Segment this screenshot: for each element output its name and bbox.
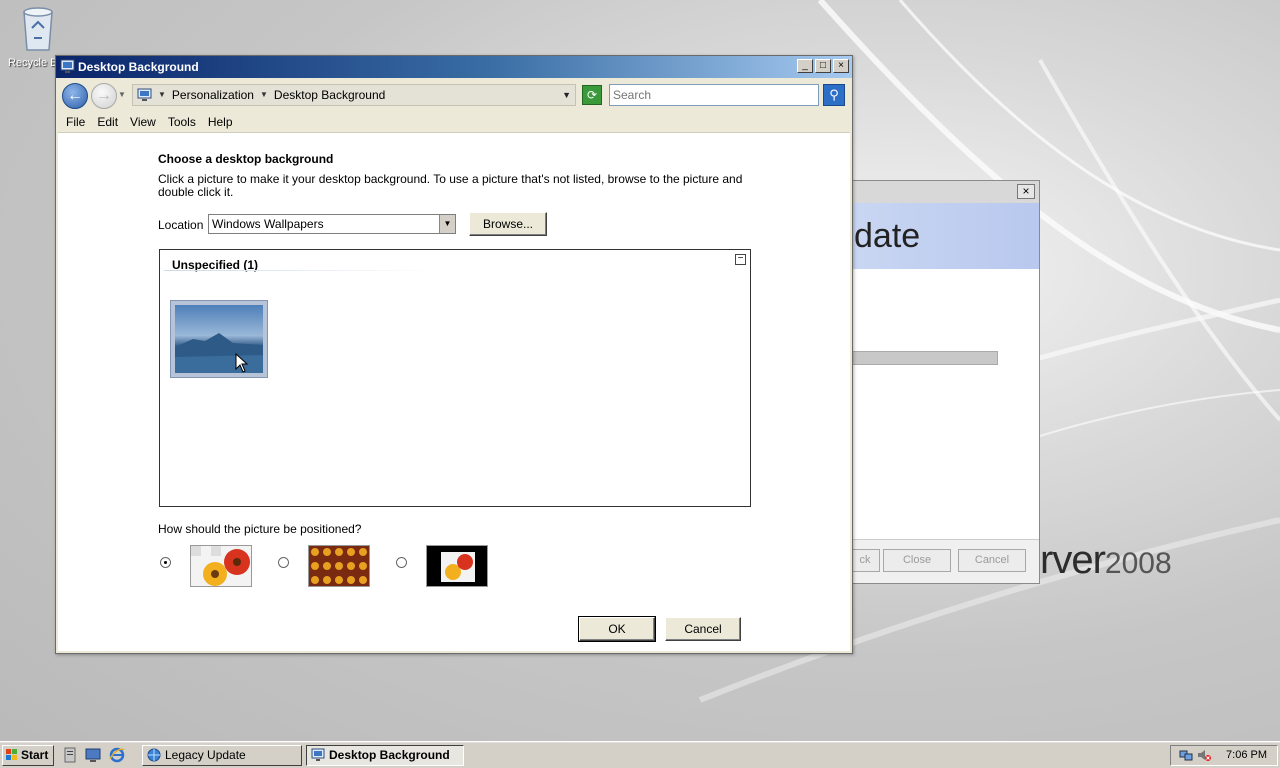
position-center-image[interactable] [426,545,488,587]
group-divider [164,270,434,271]
system-tray: 7:06 PM [1170,745,1278,766]
location-label: Location [158,218,204,232]
windows-flag-icon [6,749,17,760]
location-value: Windows Wallpapers [212,217,324,231]
globe-icon [147,748,161,762]
browse-button[interactable]: Browse... [469,212,547,236]
position-tile-radio[interactable] [278,557,289,568]
cancel-button[interactable]: Cancel [665,617,741,641]
back-button[interactable]: ck [850,549,880,572]
recycle-bin-label: Recycle Bin [8,57,60,69]
window-title: Desktop Background [78,60,199,74]
wallpaper-image [175,305,263,373]
maximize-button[interactable]: □ [815,59,831,73]
forward-arrow-icon[interactable]: → [91,83,117,109]
menu-tools[interactable]: Tools [162,112,202,132]
personalization-icon [60,59,75,73]
taskbar-item-desktop-background[interactable]: Desktop Background [306,745,464,766]
refresh-icon[interactable]: ⟳ [582,85,602,105]
breadcrumb[interactable]: ▼ Personalization ▼ Desktop Background ▼ [132,84,576,106]
close-icon[interactable]: × [1017,184,1035,199]
wizard-progress-bar [852,351,998,365]
wizard-footer: ck Close Cancel [850,539,1039,583]
menu-file[interactable]: File [60,112,91,132]
ok-button[interactable]: OK [578,616,656,642]
back-arrow-icon[interactable]: ← [62,83,88,109]
position-center-radio[interactable] [396,557,407,568]
desktop-background-window: Desktop Background _ □ × ← → ▼ ▼ Persona… [55,55,853,654]
brand-text: rver [1040,538,1106,582]
menu-bar: File Edit View Tools Help [56,112,852,132]
breadcrumb-separator-icon: ▼ [158,90,166,99]
address-dropdown-icon[interactable]: ▼ [562,85,571,105]
server-manager-icon[interactable] [62,747,78,763]
taskbar-item-legacy-update[interactable]: Legacy Update [142,745,302,766]
window-titlebar[interactable]: Desktop Background _ □ × [56,56,852,78]
content-pane: Choose a desktop background Click a pict… [58,132,850,651]
show-desktop-icon[interactable] [85,747,101,763]
wizard-content [852,269,1039,539]
legacy-update-titlebar: × [852,181,1039,203]
taskbar-item-label: Desktop Background [329,748,450,762]
close-window-button[interactable]: × [833,59,849,73]
wallpaper-thumbnail[interactable] [170,300,268,378]
recycle-bin-icon [23,7,53,51]
collapse-icon[interactable]: − [735,254,746,265]
position-question: How should the picture be positioned? [158,522,362,536]
position-fit-radio[interactable] [160,557,171,568]
position-tile-image[interactable] [308,545,370,587]
start-label: Start [21,748,49,762]
breadcrumb-personalization[interactable]: Personalization [172,85,254,105]
internet-explorer-icon[interactable] [109,747,125,763]
menu-view[interactable]: View [124,112,162,132]
close-button[interactable]: Close [883,549,951,572]
address-bar: ← → ▼ ▼ Personalization ▼ Desktop Backgr… [56,78,852,112]
chevron-down-icon[interactable]: ▼ [439,215,455,233]
search-input[interactable] [609,84,819,106]
menu-edit[interactable]: Edit [91,112,124,132]
volume-muted-icon[interactable] [1197,748,1211,762]
location-select[interactable]: Windows Wallpapers ▼ [208,214,456,234]
page-title: Choose a desktop background [158,152,334,166]
personalization-icon [311,748,325,761]
brand-year: 2008 [1104,547,1172,580]
position-fit-image[interactable] [190,545,252,587]
wallpaper-gallery: Unspecified (1) − [159,249,751,507]
clock[interactable]: 7:06 PM [1226,746,1267,765]
legacy-update-window: × date ck Close Cancel [850,180,1040,584]
breadcrumb-desktop-background[interactable]: Desktop Background [274,85,385,105]
taskbar-item-label: Legacy Update [165,748,246,762]
search-icon[interactable]: ⚲ [823,84,845,106]
taskbar: Start Legacy Update Desktop Background 7… [0,741,1280,768]
page-description: Click a picture to make it your desktop … [158,172,743,199]
mouse-cursor-icon [235,353,249,373]
start-button[interactable]: Start [2,745,54,766]
history-dropdown-icon[interactable]: ▼ [118,90,126,99]
wizard-cancel-button[interactable]: Cancel [958,549,1026,572]
breadcrumb-separator-icon: ▼ [259,90,268,99]
menu-help[interactable]: Help [202,112,239,132]
network-icon[interactable] [1179,748,1193,762]
minimize-button[interactable]: _ [797,59,813,73]
wizard-header: date [852,203,1039,269]
control-panel-icon [137,88,152,101]
desktop-brand: rver2008 [1040,538,1172,583]
